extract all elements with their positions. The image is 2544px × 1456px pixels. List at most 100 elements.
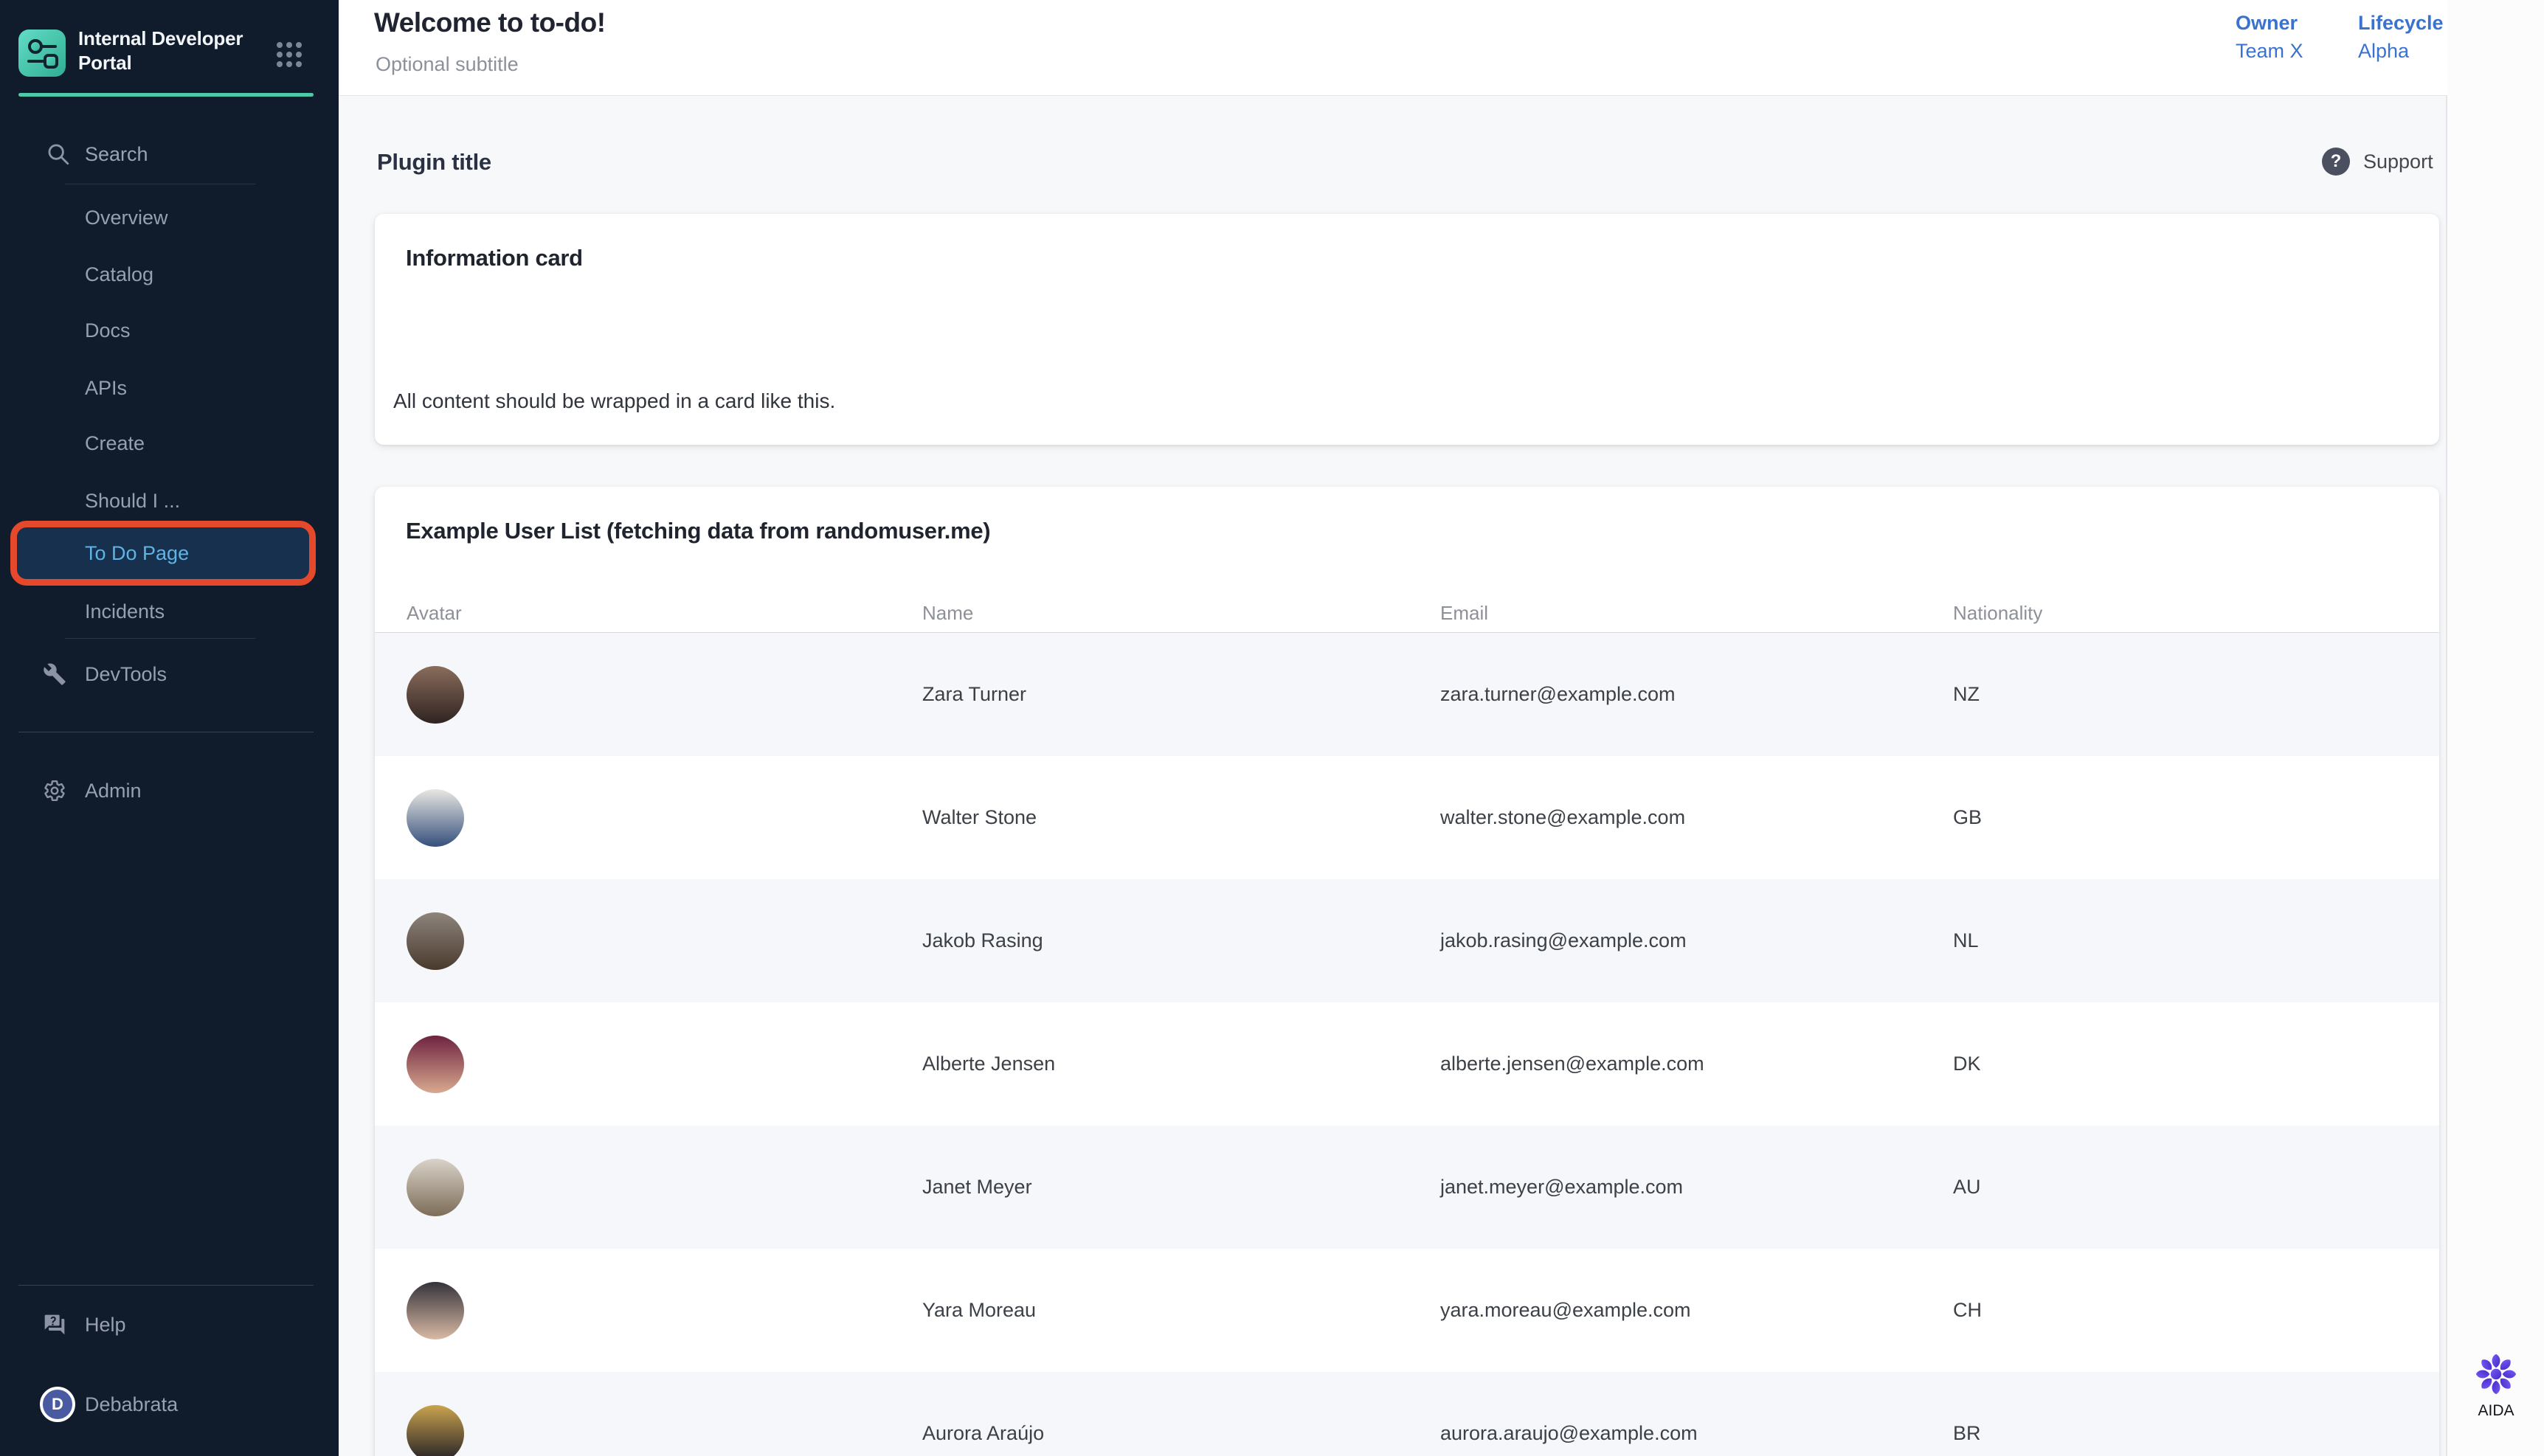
sidebar-item-label: Incidents xyxy=(85,600,165,623)
apps-grid-icon[interactable] xyxy=(276,41,303,68)
plugin-section-title: Plugin title xyxy=(377,149,491,176)
avatar xyxy=(407,1036,464,1093)
help-chat-icon xyxy=(43,1313,66,1337)
column-header-avatar: Avatar xyxy=(407,602,922,632)
information-card: Information card All content should be w… xyxy=(375,214,2439,445)
sidebar-divider xyxy=(65,638,255,639)
table-row: Jakob Rasingjakob.rasing@example.comNL xyxy=(375,879,2439,1002)
cell-email: walter.stone@example.com xyxy=(1440,806,1953,829)
column-header-nationality: Nationality xyxy=(1953,602,2439,632)
cell-email: aurora.araujo@example.com xyxy=(1440,1422,1953,1445)
sidebar-item-label: DevTools xyxy=(85,663,167,686)
column-header-email: Email xyxy=(1440,602,1953,632)
sidebar-item-incidents[interactable]: Incidents xyxy=(0,583,339,639)
cell-nationality: NZ xyxy=(1953,683,2439,706)
support-button[interactable]: ? Support xyxy=(2322,148,2433,176)
column-header-name: Name xyxy=(922,602,1440,632)
page-title: Welcome to to-do! xyxy=(374,7,606,38)
cell-name: Alberte Jensen xyxy=(922,1053,1440,1075)
sidebar-item-to-do-page[interactable]: To Do Page xyxy=(10,521,316,586)
sidebar-item-catalog[interactable]: Catalog xyxy=(0,246,339,302)
cell-name: Aurora Araújo xyxy=(922,1422,1440,1445)
sidebar-item-overview[interactable]: Overview xyxy=(0,190,339,246)
search-icon xyxy=(46,142,71,167)
main-content: Welcome to to-do! Optional subtitle Owne… xyxy=(339,0,2447,1456)
avatar xyxy=(407,912,464,970)
app-root: Internal Developer Portal Search Overvie… xyxy=(0,0,2447,1456)
lifecycle-label: Lifecycle xyxy=(2358,12,2444,35)
cell-name: Jakob Rasing xyxy=(922,929,1440,952)
table-row: Aurora Araújoaurora.araujo@example.comBR xyxy=(375,1372,2439,1456)
search-label: Search xyxy=(85,143,148,166)
logo-icon xyxy=(18,30,66,77)
cell-email: yara.moreau@example.com xyxy=(1440,1299,1953,1322)
page-subtitle: Optional subtitle xyxy=(376,53,519,76)
sidebar-item-admin[interactable]: Admin xyxy=(0,763,339,819)
cell-email: zara.turner@example.com xyxy=(1440,683,1953,706)
user-avatar: D xyxy=(40,1387,75,1422)
cell-nationality: DK xyxy=(1953,1053,2439,1075)
avatar xyxy=(407,1282,464,1339)
cell-name: Walter Stone xyxy=(922,806,1440,829)
cell-email: alberte.jensen@example.com xyxy=(1440,1053,1953,1075)
sidebar-user[interactable]: D Debabrata xyxy=(0,1376,339,1432)
lifecycle-link[interactable]: Lifecycle Alpha xyxy=(2358,12,2444,63)
user-list-card: Example User List (fetching data from ra… xyxy=(375,487,2439,1456)
user-name: Debabrata xyxy=(85,1393,178,1416)
sidebar-item-label: Docs xyxy=(85,319,131,342)
table-row: Walter Stonewalter.stone@example.comGB xyxy=(375,756,2439,879)
table-row: Zara Turnerzara.turner@example.comNZ xyxy=(375,633,2439,756)
table-header-row: AvatarNameEmailNationality xyxy=(375,602,2439,632)
owner-value[interactable]: Team X xyxy=(2236,40,2303,63)
sidebar-item-label: Should I ... xyxy=(85,490,180,513)
support-label: Support xyxy=(2363,150,2433,173)
cell-nationality: BR xyxy=(1953,1422,2439,1445)
avatar xyxy=(407,666,464,724)
sidebar-search[interactable]: Search xyxy=(0,126,339,182)
avatar xyxy=(407,1405,464,1456)
cell-name: Janet Meyer xyxy=(922,1176,1440,1199)
gear-icon xyxy=(43,779,66,802)
sidebar-item-docs[interactable]: Docs xyxy=(0,302,339,358)
sidebar: Internal Developer Portal Search Overvie… xyxy=(0,0,339,1456)
sidebar-item-label: Help xyxy=(85,1314,126,1337)
cell-nationality: CH xyxy=(1953,1299,2439,1322)
right-gutter: AIDA xyxy=(2449,0,2544,1456)
lifecycle-value[interactable]: Alpha xyxy=(2358,40,2444,63)
sidebar-item-label: Overview xyxy=(85,207,168,229)
cell-name: Zara Turner xyxy=(922,683,1440,706)
aida-extension-badge[interactable]: AIDA xyxy=(2459,1351,2533,1420)
sidebar-item-label: To Do Page xyxy=(85,542,189,565)
page-header: Welcome to to-do! Optional subtitle Owne… xyxy=(339,0,2447,96)
owner-label: Owner xyxy=(2236,12,2303,35)
information-card-body: All content should be wrapped in a card … xyxy=(393,389,835,413)
sidebar-divider xyxy=(18,1285,314,1286)
cell-email: jakob.rasing@example.com xyxy=(1440,929,1953,952)
wrench-icon xyxy=(43,662,66,686)
avatar xyxy=(407,789,464,847)
cell-nationality: AU xyxy=(1953,1176,2439,1199)
avatar xyxy=(407,1159,464,1216)
sidebar-item-help[interactable]: Help xyxy=(0,1297,339,1353)
sidebar-item-apis[interactable]: APIs xyxy=(0,360,339,416)
table-body: Zara Turnerzara.turner@example.comNZWalt… xyxy=(375,633,2439,1456)
sidebar-item-devtools[interactable]: DevTools xyxy=(0,646,339,702)
user-list-title: Example User List (fetching data from ra… xyxy=(406,518,990,544)
aida-flower-icon xyxy=(2473,1351,2519,1397)
table-row: Janet Meyerjanet.meyer@example.comAU xyxy=(375,1126,2439,1249)
sidebar-item-label: Catalog xyxy=(85,263,153,286)
sidebar-accent-divider xyxy=(18,93,314,97)
question-circle-icon: ? xyxy=(2322,148,2350,176)
aida-label: AIDA xyxy=(2459,1402,2533,1420)
sidebar-item-create[interactable]: Create xyxy=(0,415,339,471)
sidebar-item-label: Admin xyxy=(85,780,142,802)
table-row: Yara Moreauyara.moreau@example.comCH xyxy=(375,1249,2439,1372)
cell-nationality: GB xyxy=(1953,806,2439,829)
cell-email: janet.meyer@example.com xyxy=(1440,1176,1953,1199)
information-card-title: Information card xyxy=(406,245,583,271)
cell-nationality: NL xyxy=(1953,929,2439,952)
app-title: Internal Developer Portal xyxy=(78,27,272,75)
table-row: Alberte Jensenalberte.jensen@example.com… xyxy=(375,1002,2439,1126)
cell-name: Yara Moreau xyxy=(922,1299,1440,1322)
owner-link[interactable]: Owner Team X xyxy=(2236,12,2303,63)
